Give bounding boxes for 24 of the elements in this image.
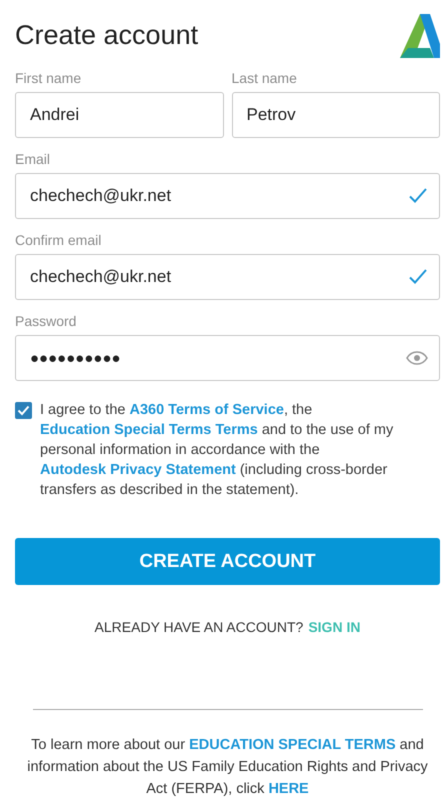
create-account-button[interactable]: CREATE ACCOUNT — [15, 538, 440, 585]
input-field[interactable]: chechech@ukr.net — [15, 254, 440, 300]
agree-checkbox[interactable] — [15, 402, 32, 419]
logo-icon — [400, 14, 440, 58]
text-link[interactable]: Autodesk Privacy Statement — [40, 462, 236, 478]
field-label: First name — [15, 70, 82, 86]
sign-in-prompt: ALREADY HAVE AN ACCOUNT? — [94, 619, 304, 635]
eye-icon[interactable] — [406, 351, 428, 365]
text-link[interactable]: Education Special Terms Terms — [40, 422, 258, 438]
input-field[interactable]: chechech@ukr.net — [15, 173, 440, 219]
password-field[interactable]: ●●●●●●●●●● — [15, 335, 440, 381]
field-label: Last name — [232, 70, 298, 86]
field-label: Password — [15, 313, 78, 329]
field-label: Email — [15, 151, 52, 167]
text-link[interactable]: EDUCATION SPECIAL TERMS — [189, 737, 396, 753]
footer-text: To learn more about our EDUCATION SPECIAL TERMS and information about the US Family Education Rights and Privacy Act (FERPA), click HERE — [26, 736, 429, 799]
agreement-text: I agree to the A360 Terms of Service, the Education Special Terms Terms and to the use of my personal information in accordance with the Autodesk Privacy Statement (including cross-border transfers as described in the statement). — [40, 401, 394, 500]
text-link[interactable]: HERE — [268, 781, 309, 797]
text-link[interactable]: A360 Terms of Service — [129, 402, 284, 418]
input-field[interactable]: Andrei — [15, 92, 224, 138]
page-title: Create account — [15, 20, 198, 51]
field-label: Confirm email — [15, 232, 102, 248]
input-field[interactable]: Petrov — [232, 92, 440, 138]
sign-in-link[interactable]: SIGN IN — [308, 619, 360, 635]
